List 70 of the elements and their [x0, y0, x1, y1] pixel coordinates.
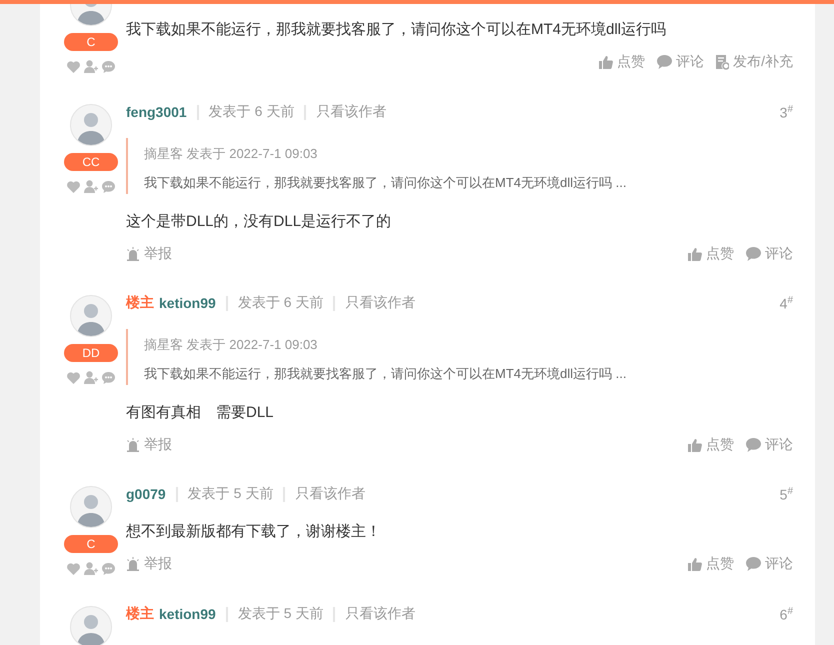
avatar[interactable] [70, 486, 112, 528]
alarm-icon [126, 438, 140, 452]
author-filter-link[interactable]: 只看该作者 [345, 605, 416, 623]
alarm-icon [126, 557, 140, 571]
author-link[interactable]: ketion99 [159, 295, 216, 311]
level-badge: CC [64, 153, 118, 171]
speech-bubble-icon [657, 55, 672, 69]
document-icon [716, 54, 730, 70]
speech-bubble-icon [746, 247, 761, 261]
avatar[interactable] [70, 104, 112, 146]
comment-button[interactable]: 评论 [746, 555, 793, 573]
chat-icon[interactable] [102, 372, 115, 384]
avatar[interactable] [70, 606, 112, 645]
alarm-icon [126, 247, 140, 261]
like-button[interactable]: 点赞 [688, 436, 734, 454]
report-button[interactable]: 举报 [126, 245, 172, 263]
level-badge: C [64, 535, 118, 553]
quote-meta: 摘星客 发表于 2022-7-1 09:03 [144, 145, 318, 163]
thumbs-up-icon [688, 438, 702, 452]
report-button[interactable]: 举报 [126, 555, 172, 573]
add-user-icon[interactable] [84, 562, 98, 575]
floor-number: 3$^{#}$ [780, 104, 793, 120]
author-filter-link[interactable]: 只看该作者 [295, 485, 366, 503]
comment-button[interactable]: 评论 [746, 245, 793, 263]
thumbs-up-icon [688, 247, 702, 261]
thumbs-up-icon [688, 557, 702, 571]
post-text: 有图有真相 需要DLL [126, 403, 275, 423]
level-badge: C [64, 33, 118, 51]
heart-icon[interactable] [67, 372, 80, 384]
add-user-icon[interactable] [84, 60, 98, 73]
op-tag: 楼主 [126, 605, 154, 623]
op-tag: 楼主 [126, 294, 154, 312]
add-user-icon[interactable] [84, 371, 98, 384]
like-button[interactable]: 点赞 [599, 53, 646, 71]
author-link[interactable]: feng3001 [126, 104, 187, 120]
report-button[interactable]: 举报 [126, 436, 172, 454]
quote-text: 我下载如果不能运行，那我就要找客服了，请问你这个可以在MT4无环境dll运行吗 ... [144, 174, 628, 192]
floor-number: 4$^{#}$ [780, 294, 793, 312]
post-time: 发表于 6 天前 [238, 294, 324, 312]
chat-icon[interactable] [102, 562, 115, 574]
comment-button[interactable]: 评论 [746, 436, 793, 454]
author-link[interactable]: ketion99 [159, 606, 216, 622]
post-time: 发表于 5 天前 [238, 605, 324, 623]
heart-icon[interactable] [67, 562, 80, 574]
author-filter-link[interactable]: 只看该作者 [345, 294, 416, 312]
floor-number: 5$^{#}$ [780, 486, 793, 502]
post-text: 这个是带DLL的，没有DLL是运行不了的 [126, 212, 392, 232]
publish-button[interactable]: 发布/补充 [716, 53, 793, 71]
heart-icon[interactable] [67, 180, 80, 192]
author-link[interactable]: g0079 [126, 486, 166, 502]
chat-icon[interactable] [102, 60, 115, 72]
post-time: 发表于 5 天前 [188, 485, 274, 503]
quote-text: 我下载如果不能运行，那我就要找客服了，请问你这个可以在MT4无环境dll运行吗 ... [144, 365, 628, 383]
post-text: 想不到最新版都有下载了，谢谢楼主！ [126, 522, 382, 542]
like-button[interactable]: 点赞 [688, 555, 734, 573]
heart-icon[interactable] [67, 60, 80, 72]
speech-bubble-icon [746, 438, 761, 452]
post-text: 我下载如果不能运行，那我就要找客服了，请问你这个可以在MT4无环境dll运行吗 [126, 20, 668, 40]
comment-button[interactable]: 评论 [657, 53, 704, 71]
chat-icon[interactable] [102, 180, 115, 192]
like-button[interactable]: 点赞 [688, 245, 734, 263]
level-badge: DD [64, 344, 118, 362]
floor-number: 6$^{#}$ [780, 606, 793, 622]
add-user-icon[interactable] [84, 180, 98, 193]
avatar[interactable] [70, 295, 112, 337]
thumbs-up-icon [599, 55, 614, 69]
author-filter-link[interactable]: 只看该作者 [316, 103, 386, 121]
quote-meta: 摘星客 发表于 2022-7-1 09:03 [144, 336, 318, 354]
post-time: 发表于 6 天前 [208, 103, 294, 121]
speech-bubble-icon [746, 557, 761, 571]
